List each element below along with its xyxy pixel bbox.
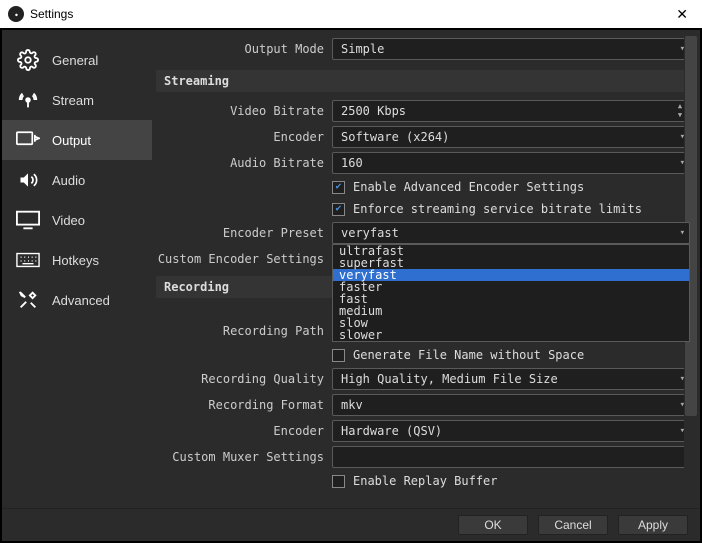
output-mode-select[interactable]: Simple ▾: [332, 38, 690, 60]
recording-quality-select[interactable]: High Quality, Medium File Size ▾: [332, 368, 690, 390]
app-icon: ●: [8, 6, 24, 22]
sidebar-item-label: Audio: [52, 173, 85, 188]
sidebar-item-advanced[interactable]: Advanced: [2, 280, 152, 320]
encoder-preset-option[interactable]: fast: [333, 293, 689, 305]
gear-icon: [14, 50, 42, 70]
video-bitrate-input[interactable]: 2500 Kbps ▲▼: [332, 100, 690, 122]
apply-button[interactable]: Apply: [618, 515, 688, 535]
output-icon: [14, 130, 42, 150]
encoder-preset-label: Encoder Preset: [156, 226, 332, 240]
enable-advanced-checkbox[interactable]: [332, 181, 345, 194]
recording-path-label: Recording Path: [156, 324, 332, 338]
custom-muxer-label: Custom Muxer Settings: [156, 450, 332, 464]
footer: OK Cancel Apply: [2, 508, 700, 541]
enable-advanced-label: Enable Advanced Encoder Settings: [353, 180, 584, 194]
monitor-icon: [14, 210, 42, 230]
streaming-encoder-select[interactable]: Software (x264) ▾: [332, 126, 690, 148]
ok-button[interactable]: OK: [458, 515, 528, 535]
enforce-limits-label: Enforce streaming service bitrate limits: [353, 202, 642, 216]
replay-buffer-checkbox[interactable]: [332, 475, 345, 488]
filename-nospace-label: Generate File Name without Space: [353, 348, 584, 362]
sidebar-item-hotkeys[interactable]: Hotkeys: [2, 240, 152, 280]
recording-format-label: Recording Format: [156, 398, 332, 412]
cancel-button[interactable]: Cancel: [538, 515, 608, 535]
sidebar-item-general[interactable]: General: [2, 40, 152, 80]
close-button[interactable]: ✕: [670, 6, 694, 23]
sidebar-item-label: Video: [52, 213, 85, 228]
sidebar-item-audio[interactable]: Audio: [2, 160, 152, 200]
sidebar-item-stream[interactable]: Stream: [2, 80, 152, 120]
content-panel: Output Mode Simple ▾ Streaming Video Bit…: [152, 30, 700, 508]
sidebar-item-label: Output: [52, 133, 91, 148]
replay-buffer-label: Enable Replay Buffer: [353, 474, 498, 488]
sidebar-item-label: Stream: [52, 93, 94, 108]
recording-encoder-select[interactable]: Hardware (QSV) ▾: [332, 420, 690, 442]
encoder-preset-option[interactable]: medium: [333, 305, 689, 317]
video-bitrate-label: Video Bitrate: [156, 104, 332, 118]
speaker-icon: [14, 170, 42, 190]
enforce-limits-checkbox[interactable]: [332, 203, 345, 216]
custom-encoder-label: Custom Encoder Settings: [156, 252, 332, 266]
encoder-preset-option[interactable]: slower: [333, 329, 689, 341]
sidebar-item-label: Advanced: [52, 293, 110, 308]
encoder-preset-select[interactable]: veryfast ▾: [332, 222, 690, 244]
filename-nospace-checkbox[interactable]: [332, 349, 345, 362]
tools-icon: [14, 290, 42, 310]
window-title: Settings: [30, 7, 73, 21]
output-mode-label: Output Mode: [156, 42, 332, 56]
audio-bitrate-label: Audio Bitrate: [156, 156, 332, 170]
titlebar: ● Settings ✕: [0, 0, 702, 28]
custom-muxer-input[interactable]: [332, 446, 690, 468]
broadcast-icon: [14, 90, 42, 110]
recording-format-select[interactable]: mkv ▾: [332, 394, 690, 416]
sidebar-item-label: General: [52, 53, 98, 68]
keyboard-icon: [14, 250, 42, 270]
encoder-label: Encoder: [156, 130, 332, 144]
sidebar-item-video[interactable]: Video: [2, 200, 152, 240]
encoder-preset-option[interactable]: veryfast: [333, 269, 689, 281]
sidebar-item-label: Hotkeys: [52, 253, 99, 268]
encoder-preset-dropdown[interactable]: ultrafastsuperfastveryfastfasterfastmedi…: [332, 244, 690, 342]
sidebar: General Stream Output Audio Video Hotkey…: [2, 30, 152, 508]
encoder-preset-option[interactable]: faster: [333, 281, 689, 293]
sidebar-item-output[interactable]: Output: [2, 120, 152, 160]
encoder-preset-option[interactable]: slow: [333, 317, 689, 329]
recording-encoder-label: Encoder: [156, 424, 332, 438]
chevron-down-icon: ▾: [680, 223, 685, 243]
recording-quality-label: Recording Quality: [156, 372, 332, 386]
audio-bitrate-select[interactable]: 160 ▾: [332, 152, 690, 174]
streaming-group-label: Streaming: [156, 70, 690, 92]
